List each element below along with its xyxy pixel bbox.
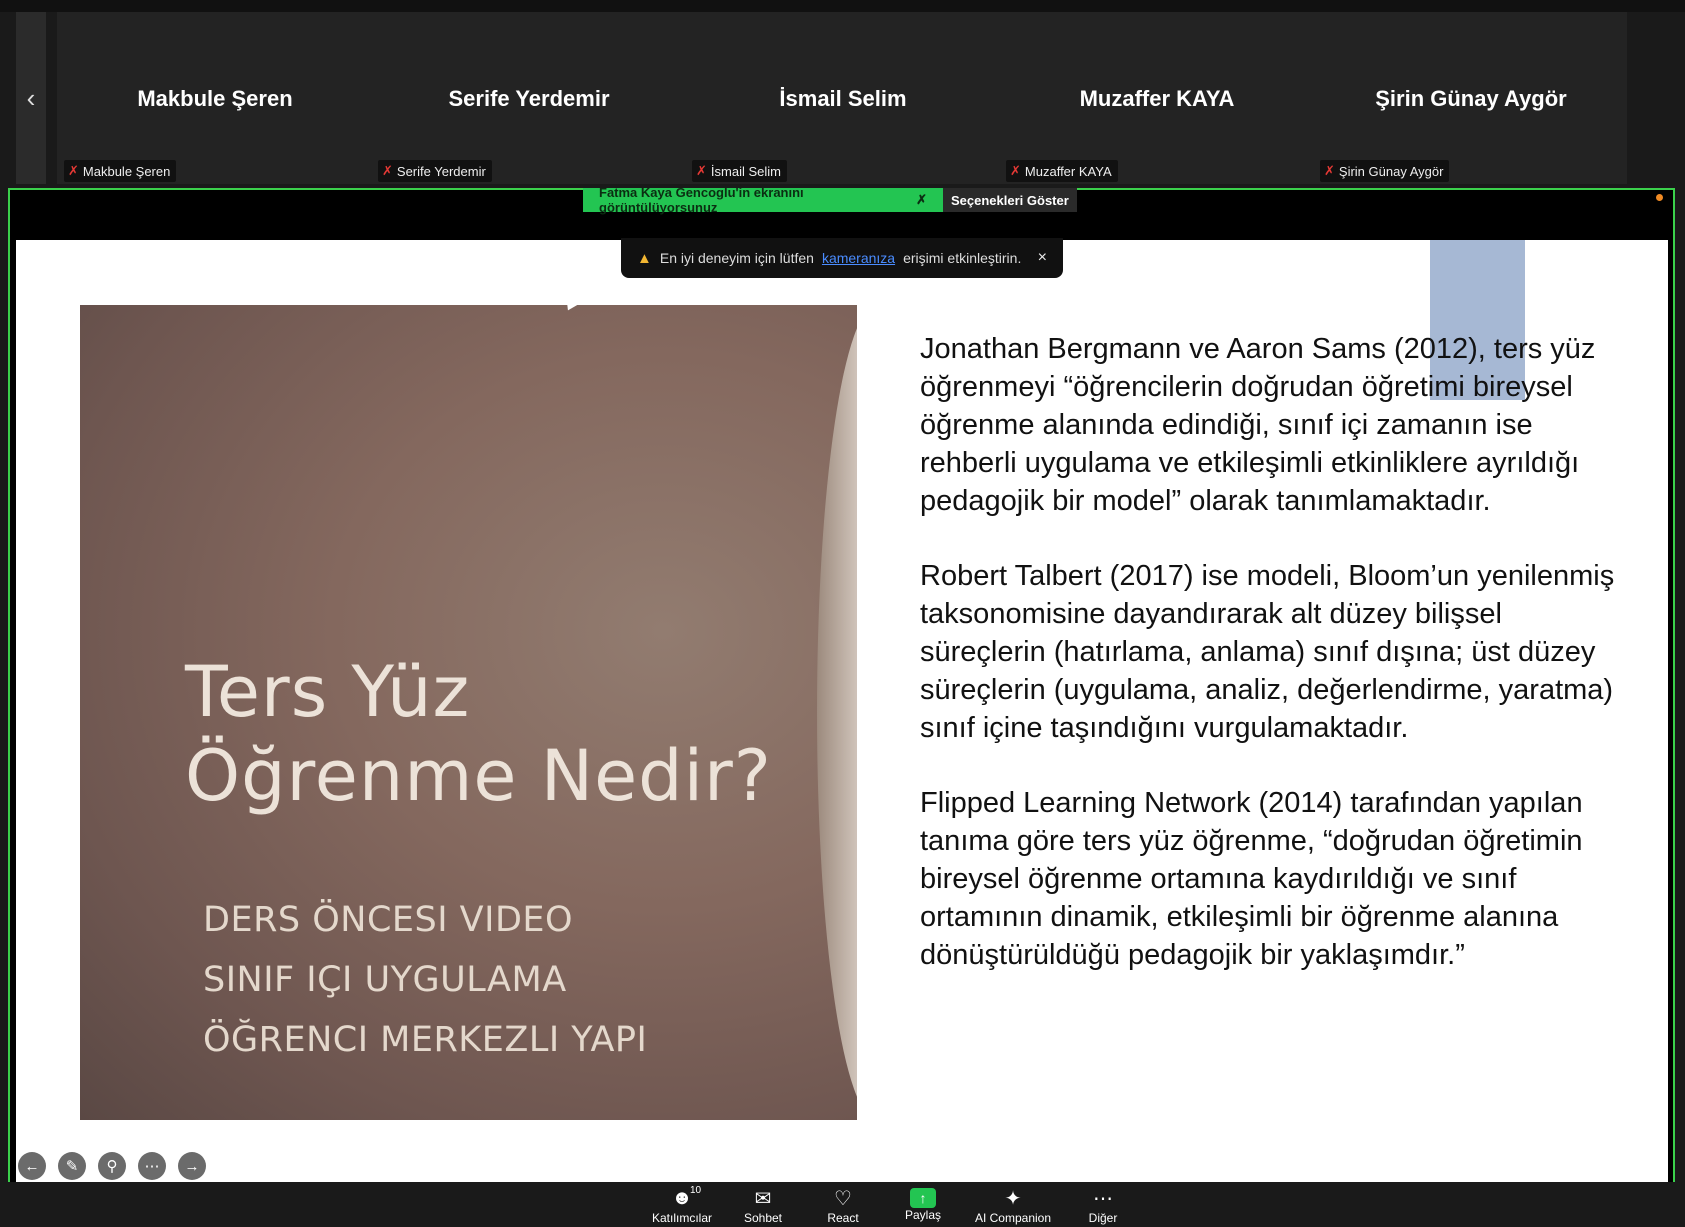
heart-icon: ♡ xyxy=(834,1187,852,1210)
slide-title-line1: Ters Yüz xyxy=(185,651,471,733)
participant-name: İsmail Selim xyxy=(779,86,907,111)
participant-tile[interactable]: Muzaffer KAYA ✗ Muzaffer KAYA xyxy=(1002,12,1312,184)
slide-title-line2: Öğrenme Nedir? xyxy=(185,735,772,817)
slide-title: Ters Yüz Öğrenme Nedir? xyxy=(185,650,772,818)
prev-icon[interactable]: ← xyxy=(18,1152,46,1180)
pencil-icon[interactable]: ✎ xyxy=(58,1152,86,1180)
panel-curve xyxy=(817,305,857,1120)
participant-name: Muzaffer KAYA xyxy=(1079,86,1235,111)
react-label: React xyxy=(827,1211,859,1225)
slide-annotation-tools: ← ✎ ⚲ ⋯ → xyxy=(18,1152,206,1180)
mic-muted-icon: ✗ xyxy=(1010,163,1021,178)
participant-name: Makbule Şeren xyxy=(137,86,293,111)
close-icon[interactable]: × xyxy=(1038,249,1047,267)
participant-tile[interactable]: İsmail Selim ✗ İsmail Selim xyxy=(688,12,998,184)
slide-bullet: DERS ÖNCESI VIDEO xyxy=(203,900,574,940)
zoom-icon[interactable]: ⚲ xyxy=(98,1152,126,1180)
more-icon[interactable]: ⋯ xyxy=(138,1152,166,1180)
participant-tag: ✗ Muzaffer KAYA xyxy=(1006,160,1118,182)
share-banner: Fatma Kaya Gencoglu'in ekranını görüntül… xyxy=(583,185,1077,215)
participant-tag-label: Muzaffer KAYA xyxy=(1024,163,1112,179)
participant-tile[interactable]: Şirin Günay Aygör ✗ Şirin Günay Aygör xyxy=(1316,12,1626,184)
participant-tile[interactable]: Makbule Şeren ✗ Makbule Şeren xyxy=(60,12,370,184)
slide-bullet: ÖĞRENCI MERKEZLI YAPI xyxy=(203,1020,648,1060)
participant-tag: ✗ Şirin Günay Aygör xyxy=(1320,160,1450,182)
chat-button[interactable]: ✉ Sohbet xyxy=(723,1185,803,1226)
share-status-text: Fatma Kaya Gencoglu'in ekranını görüntül… xyxy=(599,185,804,215)
camera-access-link[interactable]: kameranıza xyxy=(822,250,895,266)
gallery-prev-button[interactable]: ‹ xyxy=(16,12,46,184)
mic-muted-icon: ✗ xyxy=(382,163,393,178)
slide-text-column: Jonathan Bergmann ve Aaron Sams (2012), … xyxy=(920,330,1630,1011)
show-options-button[interactable]: Seçenekleri Göster xyxy=(943,188,1077,212)
sparkle-icon: ✦ xyxy=(1004,1187,1022,1210)
slide-bullet: SINIF IÇI UYGULAMA xyxy=(203,960,567,1000)
slide-paragraph: Jonathan Bergmann ve Aaron Sams (2012), … xyxy=(920,333,1596,517)
mic-muted-icon: ✗ xyxy=(696,163,707,178)
share-screen-icon: ↑ xyxy=(910,1188,936,1208)
mic-muted-icon: ✗ xyxy=(1324,163,1335,178)
more-button[interactable]: ⋯ Diğer xyxy=(1063,1185,1143,1226)
slide-paragraph: Robert Talbert (2017) ise modeli, Bloom’… xyxy=(920,560,1615,744)
notice-text-end: erişimi etkinleştirin. xyxy=(903,250,1022,266)
participants-button[interactable]: ☻ 10 Katılımcılar xyxy=(642,1185,722,1225)
participant-name: Şirin Günay Aygör xyxy=(1375,86,1567,111)
participant-tag-label: Makbule Şeren xyxy=(82,163,171,179)
chat-icon: ✉ xyxy=(754,1187,772,1210)
more-options-icon: ⋯ xyxy=(1093,1187,1113,1210)
ai-companion-label: AI Companion xyxy=(974,1211,1052,1225)
participant-tile[interactable]: Serife Yerdemir ✗ Serife Yerdemir xyxy=(374,12,684,184)
top-strip xyxy=(0,0,1685,12)
chat-label: Sohbet xyxy=(743,1211,783,1225)
participant-tag: ✗ Serife Yerdemir xyxy=(378,160,492,182)
share-label: Paylaş xyxy=(904,1208,942,1222)
slide-paragraph: Flipped Learning Network (2014) tarafınd… xyxy=(920,787,1583,971)
participant-count: 10 xyxy=(690,1185,702,1196)
chevron-left-icon: ‹ xyxy=(26,82,36,113)
ai-companion-button[interactable]: ✦ AI Companion xyxy=(972,1185,1054,1226)
participant-tag-label: İsmail Selim xyxy=(710,163,781,179)
participant-name: Serife Yerdemir xyxy=(448,86,610,111)
recording-indicator xyxy=(1656,194,1663,201)
share-button[interactable]: ↑ Paylaş xyxy=(883,1185,963,1222)
participants-label: Katılımcılar xyxy=(651,1211,712,1225)
share-status: Fatma Kaya Gencoglu'in ekranını görüntül… xyxy=(583,185,943,215)
participant-tag: ✗ İsmail Selim xyxy=(692,160,787,182)
participant-tag-label: Şirin Günay Aygör xyxy=(1338,163,1444,179)
mic-off-icon: ✗ xyxy=(916,192,927,207)
next-icon[interactable]: → xyxy=(178,1152,206,1180)
slide-title-panel: Ters Yüz Öğrenme Nedir? DERS ÖNCESI VIDE… xyxy=(80,305,857,1120)
notice-text: En iyi deneyim için lütfen xyxy=(659,250,814,266)
mic-muted-icon: ✗ xyxy=(68,163,79,178)
slide-bullets: DERS ÖNCESI VIDEO SINIF IÇI UYGULAMA ÖĞR… xyxy=(203,890,647,1070)
react-button[interactable]: ♡ React xyxy=(803,1185,883,1226)
camera-access-notice: ▲ En iyi deneyim için lütfen kameranıza … xyxy=(621,238,1063,278)
participant-tag-label: Serife Yerdemir xyxy=(396,163,486,179)
more-label: Diğer xyxy=(1088,1211,1118,1225)
participant-tag: ✗ Makbule Şeren xyxy=(64,160,177,182)
warning-icon: ▲ xyxy=(637,249,652,267)
